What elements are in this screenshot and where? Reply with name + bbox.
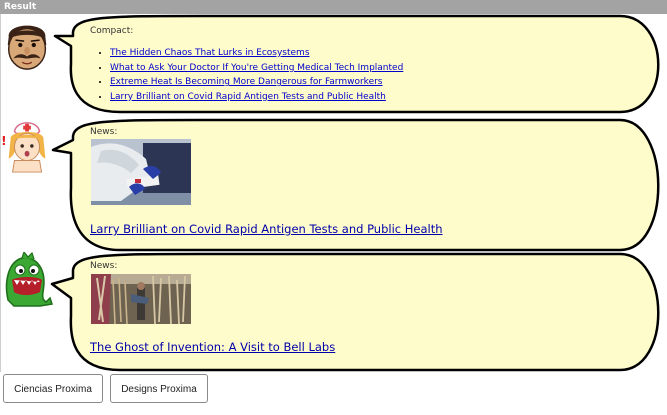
story-link[interactable]: Larry Brilliant on Covid Rapid Antigen T…: [110, 92, 386, 102]
feed-item-compact: Compact: The Hidden Chaos That Lurks in …: [0, 14, 667, 118]
mustache-man-icon: [7, 25, 47, 70]
story-link-list: The Hidden Chaos That Lurks in Ecosystem…: [90, 46, 403, 104]
list-item: Larry Brilliant on Covid Rapid Antigen T…: [110, 90, 403, 105]
story-link[interactable]: What to Ask Your Doctor If You're Gettin…: [110, 63, 403, 73]
svg-text:!: !: [1, 133, 7, 148]
article-headline-link[interactable]: Larry Brilliant on Covid Rapid Antigen T…: [90, 222, 443, 236]
window-title: Result: [0, 0, 667, 14]
section-label: Compact:: [90, 26, 134, 36]
ciencias-proxima-button[interactable]: Ciencias Proxima: [3, 374, 103, 403]
designs-proxima-button[interactable]: Designs Proxima: [110, 374, 208, 403]
compact-content: Compact: The Hidden Chaos That Lurks in …: [90, 26, 403, 104]
list-item: Extreme Heat Is Becoming More Dangerous …: [110, 75, 403, 90]
green-monster-icon: [5, 252, 53, 307]
section-label: News:: [90, 127, 118, 137]
section-label: News:: [90, 261, 118, 271]
article-thumbnail[interactable]: [91, 274, 191, 324]
story-link[interactable]: The Hidden Chaos That Lurks in Ecosystem…: [110, 48, 310, 58]
feed-item-news: News: The Ghost of Invention: A Visit to…: [0, 252, 667, 372]
story-link[interactable]: Extreme Heat Is Becoming More Dangerous …: [110, 77, 383, 87]
article-headline-link[interactable]: The Ghost of Invention: A Visit to Bell …: [90, 340, 335, 354]
list-item: The Hidden Chaos That Lurks in Ecosystem…: [110, 46, 403, 61]
article-thumbnail[interactable]: [91, 139, 191, 205]
news-content: News:: [90, 261, 117, 274]
list-item: What to Ask Your Doctor If You're Gettin…: [110, 61, 403, 76]
nurse-icon: !: [1, 122, 46, 173]
feed-item-news: ! News: Larry Brilliant on Covid Rapid A…: [0, 118, 667, 254]
